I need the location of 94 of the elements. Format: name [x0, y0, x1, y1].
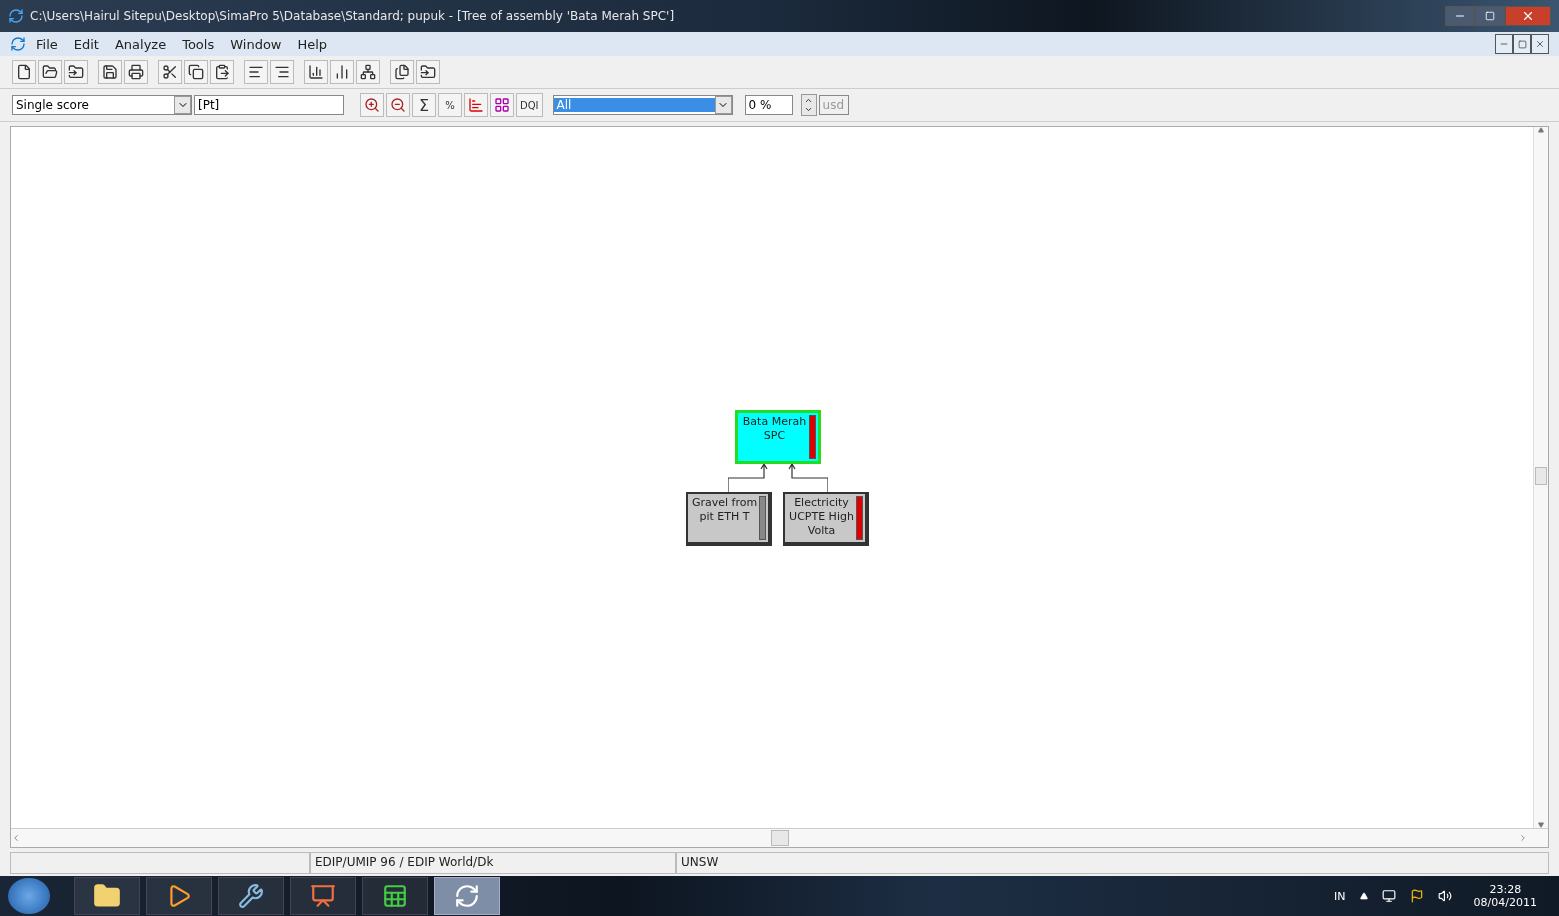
menu-item[interactable]: Tools [176, 34, 221, 54]
impact-bar [856, 496, 863, 540]
app-logo-icon [8, 8, 24, 24]
restore-icon [1517, 39, 1527, 49]
network-icon[interactable] [1381, 889, 1396, 903]
down-arrow-icon[interactable] [1538, 822, 1544, 828]
open-folder-icon [42, 64, 58, 80]
bar-chart-icon [308, 64, 324, 80]
taskbar-app[interactable] [362, 877, 428, 915]
open-folder-button[interactable] [38, 60, 62, 84]
zoom-out-icon [390, 97, 406, 113]
menu-item[interactable]: File [30, 34, 64, 54]
cut-button[interactable] [158, 60, 182, 84]
zoom-in-button[interactable] [360, 93, 384, 117]
new-file-icon [16, 64, 32, 80]
taskbar-app[interactable] [290, 877, 356, 915]
percent-button[interactable]: % [438, 93, 462, 117]
taskbar-app[interactable] [74, 877, 140, 915]
restore-button[interactable] [1513, 34, 1531, 54]
horizontal-scrollbar[interactable] [11, 828, 1548, 847]
tray-expand-icon[interactable] [1359, 892, 1368, 900]
app-logo-icon [454, 883, 480, 909]
grid-chart-button[interactable] [490, 93, 514, 117]
zoom-out-button[interactable] [386, 93, 410, 117]
documents-button[interactable] [390, 60, 414, 84]
list-icon [274, 64, 290, 80]
print-icon [128, 64, 144, 80]
documents-icon [394, 64, 410, 80]
process-node[interactable]: Electricity UCPTE High Volta [783, 492, 869, 546]
impact-bar [809, 415, 816, 459]
unit-field[interactable]: [Pt] [194, 95, 344, 115]
taskbar-app[interactable] [218, 877, 284, 915]
volume-icon[interactable] [1437, 889, 1452, 903]
spin-button[interactable] [800, 94, 817, 116]
bar-chart-button[interactable] [304, 60, 328, 84]
copy-button[interactable] [184, 60, 208, 84]
scroll-thumb[interactable] [771, 830, 789, 846]
method-status: EDIP/UMIP 96 / EDIP World/Dk [310, 852, 676, 874]
zoom-in-icon [364, 97, 380, 113]
wrench-icon [238, 883, 264, 909]
minimize-button[interactable] [1495, 34, 1513, 54]
close-button[interactable] [1505, 6, 1551, 26]
print-button[interactable] [124, 60, 148, 84]
indicator-dropdown[interactable]: Single score [12, 95, 192, 115]
clock[interactable]: 23:28 08/04/2011 [1473, 883, 1537, 909]
menu-item[interactable]: Analyze [108, 34, 173, 54]
app-logo-icon [10, 36, 26, 52]
vertical-scrollbar[interactable] [1533, 127, 1548, 828]
folder-icon [68, 64, 84, 80]
process-node[interactable]: Bata Merah SPC [735, 410, 821, 464]
taskbar-app[interactable] [146, 877, 212, 915]
list-button[interactable] [270, 60, 294, 84]
maximize-icon [1485, 11, 1495, 21]
chart-button[interactable] [464, 93, 488, 117]
process-node[interactable]: Gravel from pit ETH T [686, 492, 772, 546]
maximize-button[interactable] [1475, 6, 1505, 26]
flag-icon[interactable] [1409, 889, 1424, 903]
cutoff-field[interactable]: 0 % [744, 95, 793, 115]
dqi-button[interactable]: DQI [516, 93, 543, 117]
scroll-thumb[interactable] [1535, 467, 1547, 485]
list-icon [248, 64, 264, 80]
language-indicator[interactable]: IN [1334, 889, 1346, 903]
grid-chart-icon [494, 97, 510, 113]
list-button[interactable] [244, 60, 268, 84]
new-file-button[interactable] [12, 60, 36, 84]
close-icon [1521, 9, 1535, 23]
menu-item[interactable]: Window [224, 34, 288, 54]
folder-icon [420, 64, 436, 80]
folder-button[interactable] [64, 60, 88, 84]
bar-chart-icon [468, 97, 484, 113]
menu-item[interactable]: Edit [67, 34, 105, 54]
presentation-icon [310, 883, 336, 909]
sum-button[interactable]: Σ [412, 93, 436, 117]
cut-icon [162, 64, 178, 80]
spreadsheet-icon [382, 883, 408, 909]
close-icon [1535, 39, 1545, 49]
paste-button[interactable] [210, 60, 234, 84]
menu-item[interactable]: Help [291, 34, 334, 54]
close-button[interactable] [1531, 34, 1549, 54]
start-button[interactable] [8, 878, 50, 914]
bar-chart-button[interactable] [330, 60, 354, 84]
user-status: UNSW [676, 852, 1549, 874]
minimize-button[interactable] [1445, 6, 1475, 26]
save-button[interactable] [98, 60, 122, 84]
tree-icon [360, 64, 376, 80]
save-icon [102, 64, 118, 80]
copy-icon [188, 64, 204, 80]
folder-icon [93, 882, 121, 910]
folder-button[interactable] [416, 60, 440, 84]
tree-button[interactable] [356, 60, 380, 84]
window-title: C:\Users\Hairul Sitepu\Desktop\SimaPro 5\Database\Standard; pupuk - [Tree of assembly 'Bata Merah SPC'] [30, 9, 675, 23]
bar-chart-icon [334, 64, 350, 80]
paste-icon [214, 64, 230, 80]
up-arrow-icon[interactable] [1538, 127, 1544, 133]
